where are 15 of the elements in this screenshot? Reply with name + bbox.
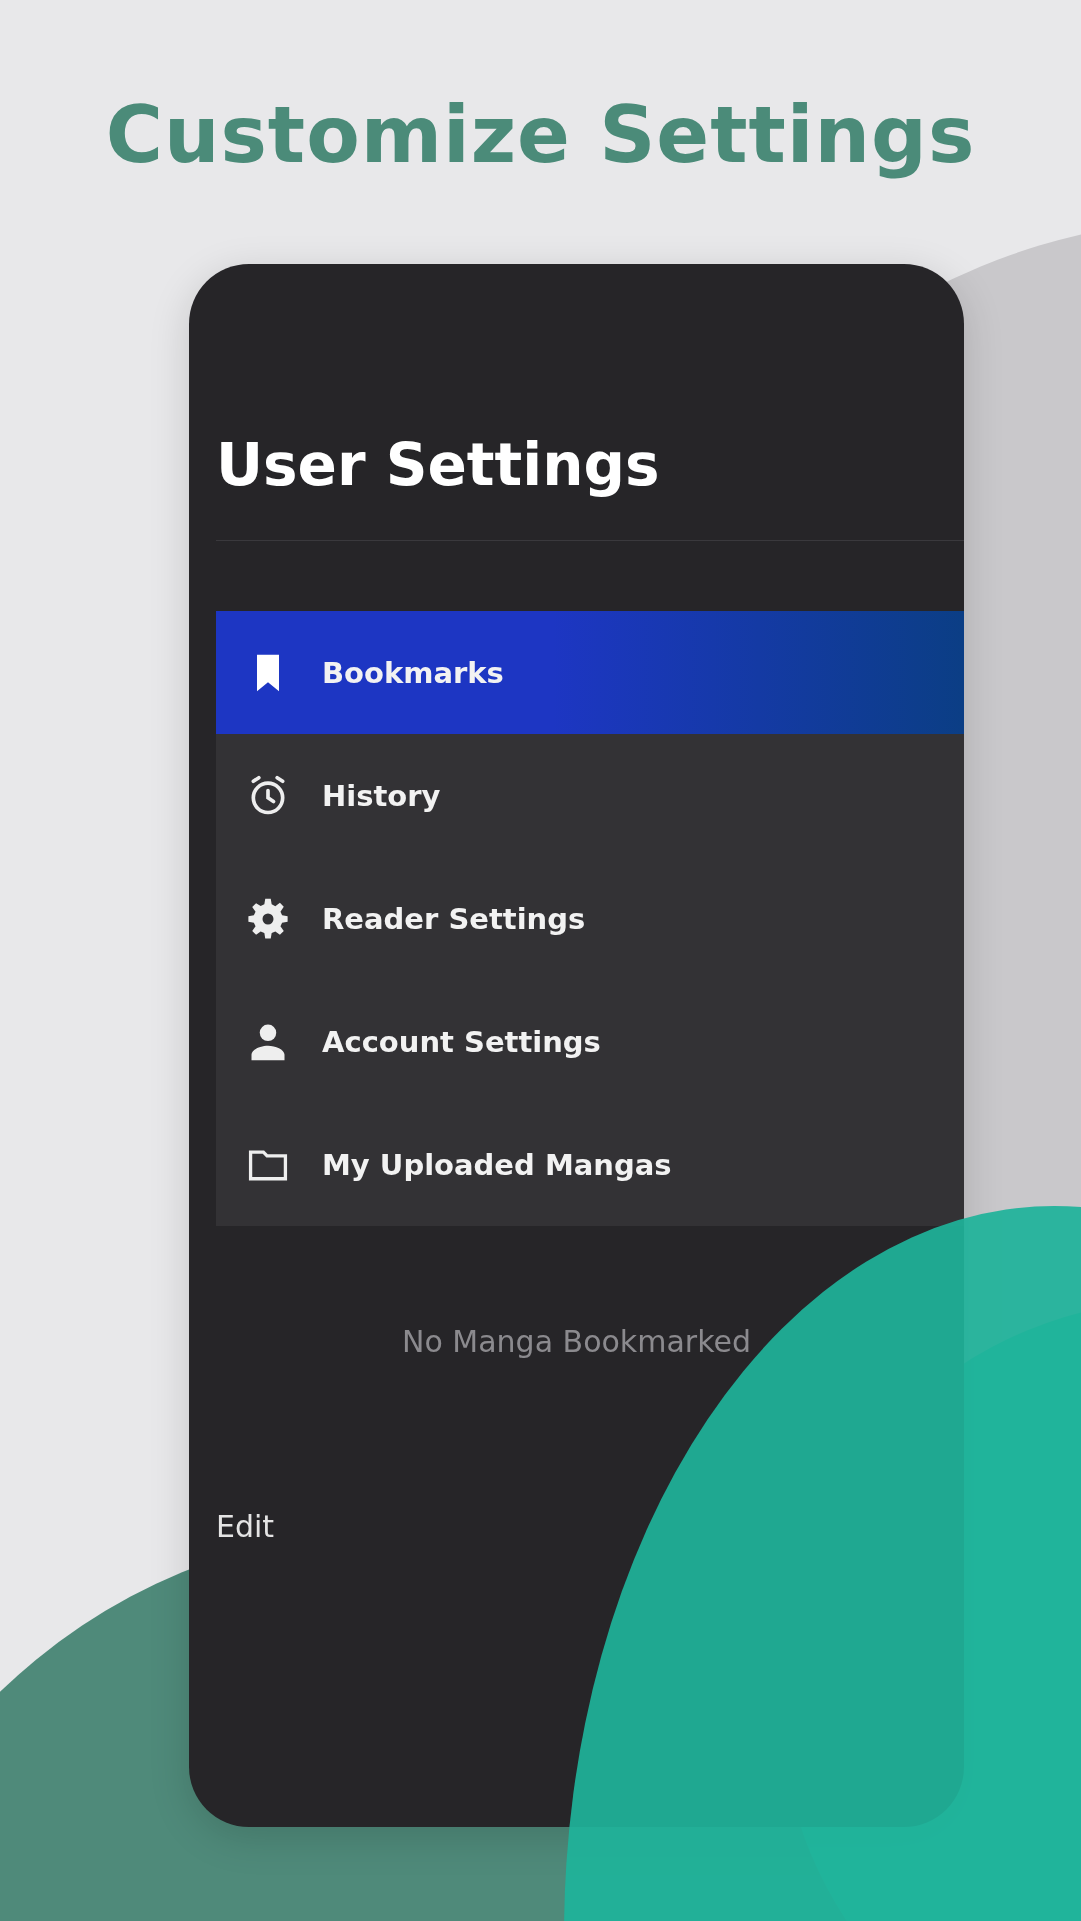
screen-title: User Settings bbox=[216, 430, 661, 500]
edit-button[interactable]: Edit bbox=[216, 1509, 275, 1544]
menu-item[interactable]: History bbox=[216, 734, 964, 857]
menu-item[interactable]: My Uploaded Mangas bbox=[216, 1103, 964, 1226]
empty-message: No Manga Bookmarked bbox=[402, 1324, 751, 1359]
menu-item-label: Account Settings bbox=[322, 1024, 601, 1059]
page-heading: Customize Settings bbox=[105, 92, 976, 178]
menu-item[interactable]: Reader Settings bbox=[216, 857, 964, 980]
menu-item-label: History bbox=[322, 778, 441, 813]
menu-item-label: Bookmarks bbox=[322, 655, 504, 690]
menu-item-label: My Uploaded Mangas bbox=[322, 1147, 672, 1182]
menu-item[interactable]: Bookmarks bbox=[216, 611, 964, 734]
gear-icon bbox=[246, 896, 290, 941]
menu-item[interactable]: Account Settings bbox=[216, 980, 964, 1103]
menu-item-label: Reader Settings bbox=[322, 901, 586, 936]
